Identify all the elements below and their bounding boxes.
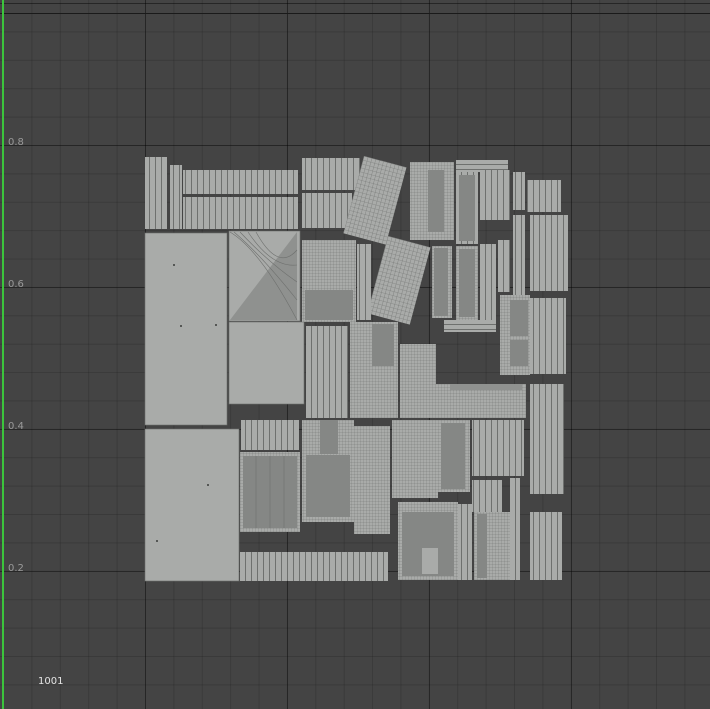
uv-shell-rotated-mesh-lower[interactable]	[367, 236, 431, 325]
uv-shell-middle-lshapes[interactable]	[306, 322, 526, 418]
uv-shell-top-left-strips[interactable]	[145, 157, 360, 229]
uv-shells-layout[interactable]	[0, 0, 710, 709]
uv-editor-viewport[interactable]: 0.8 0.6 0.4 0.2 1001	[0, 0, 710, 709]
uv-shell-triangle-fan[interactable]	[228, 230, 301, 322]
